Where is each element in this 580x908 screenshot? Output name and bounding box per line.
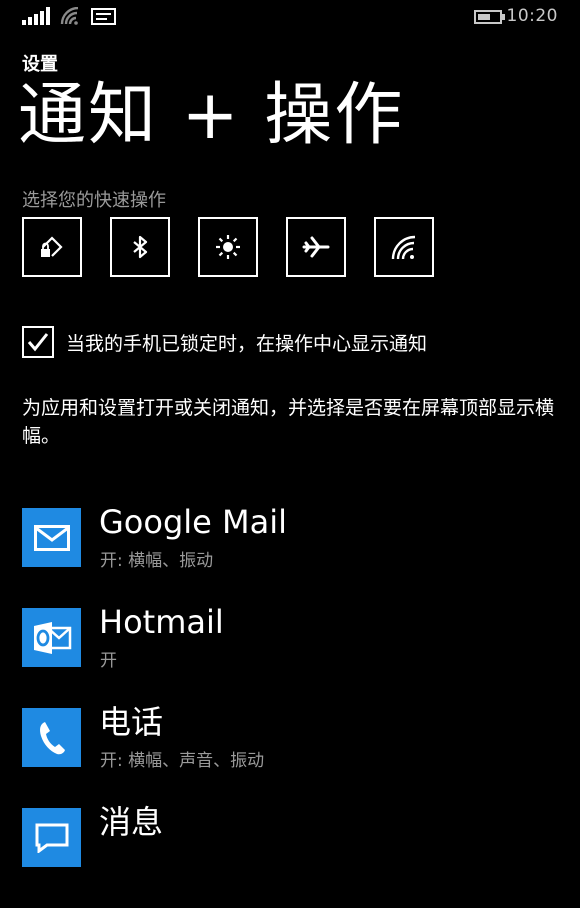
- battery-icon: [474, 10, 505, 24]
- app-name: 电话: [99, 703, 164, 741]
- app-name: Google Mail: [99, 503, 288, 541]
- app-notification-list: Google Mail 开: 横幅、振动 Hotmail 开 电话 开: 横幅、…: [22, 503, 562, 908]
- app-tile: [22, 608, 81, 667]
- checkmark-icon: [27, 333, 49, 352]
- app-item-phone[interactable]: 电话 开: 横幅、声音、振动: [22, 703, 562, 808]
- wifi-icon: [60, 7, 79, 25]
- wifi-icon: [391, 235, 416, 260]
- outlook-icon: [33, 621, 71, 654]
- section-label: 设置: [22, 54, 58, 75]
- app-tile: [22, 808, 81, 867]
- rotation-lock-icon: [41, 236, 63, 257]
- message-icon: [91, 8, 116, 25]
- quick-action-airplane-mode[interactable]: [286, 217, 346, 277]
- app-tile: [22, 708, 81, 767]
- message-icon: [35, 823, 68, 853]
- quick-actions-label: 选择您的快速操作: [22, 190, 166, 211]
- quick-action-wifi[interactable]: [374, 217, 434, 277]
- lock-screen-label: 当我的手机已锁定时，在操作中心显示通知: [66, 332, 428, 355]
- page-title: 通知 + 操作: [18, 76, 405, 155]
- brightness-icon: [216, 235, 240, 259]
- bluetooth-icon: [133, 235, 148, 259]
- quick-action-rotation-lock[interactable]: [22, 217, 82, 277]
- airplane-mode-icon: [302, 236, 330, 258]
- mail-icon: [33, 524, 70, 551]
- app-item-google-mail[interactable]: Google Mail 开: 横幅、振动: [22, 503, 562, 608]
- app-name: 消息: [99, 803, 164, 841]
- lock-screen-notifications-option[interactable]: 当我的手机已锁定时，在操作中心显示通知: [22, 326, 427, 358]
- quick-actions-row: [22, 217, 434, 277]
- app-tile: [22, 508, 81, 567]
- quick-action-bluetooth[interactable]: [110, 217, 170, 277]
- app-item-hotmail[interactable]: Hotmail 开: [22, 603, 562, 708]
- phone-icon: [39, 721, 65, 754]
- app-name: Hotmail: [99, 603, 224, 641]
- lock-screen-checkbox[interactable]: [22, 326, 54, 358]
- app-item-messaging[interactable]: 消息: [22, 803, 562, 908]
- notification-description: 为应用和设置打开或关闭通知，并选择是否要在屏幕顶部显示横幅。: [22, 397, 555, 447]
- status-bar: 10:20: [0, 0, 580, 34]
- app-status: 开: 横幅、振动: [100, 551, 214, 571]
- signal-icon: [22, 7, 50, 25]
- clock: 10:20: [506, 6, 558, 26]
- app-status: 开: [100, 651, 117, 671]
- app-status: 开: 横幅、声音、振动: [100, 751, 265, 771]
- quick-action-brightness[interactable]: [198, 217, 258, 277]
